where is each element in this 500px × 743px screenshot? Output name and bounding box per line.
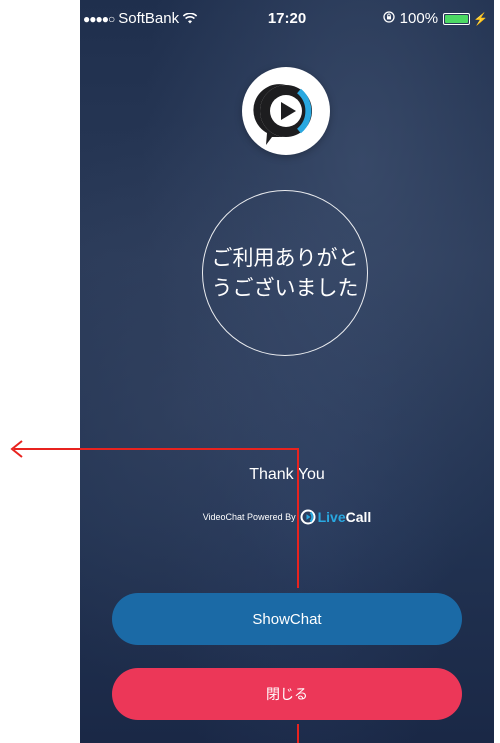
powered-by-label: VideoChat Powered By: [202, 512, 296, 522]
brand-call: Call: [345, 509, 372, 525]
powered-by: VideoChat Powered By LiveCall: [80, 509, 494, 525]
livecall-brand: LiveCall: [318, 509, 372, 525]
battery-percent: 100%: [399, 10, 439, 27]
app-logo-icon: [242, 67, 330, 155]
thank-you-message: ご利用ありがとうございました: [211, 246, 359, 300]
status-bar: ●●●●○ SoftBank 17:20 100% ⚡: [80, 0, 494, 38]
status-right: 100% ⚡: [383, 10, 488, 27]
livecall-icon: [300, 509, 316, 525]
page: ●●●●○ SoftBank 17:20 100% ⚡ ご利用ありがとうございま…: [0, 0, 500, 743]
close-button[interactable]: 閉じる: [112, 668, 462, 720]
livecall-logo: LiveCall: [300, 509, 372, 525]
thank-you-label: Thank You: [249, 466, 325, 483]
show-chat-button[interactable]: ShowChat: [112, 593, 462, 645]
thank-you-circle: ご利用ありがとうございました: [202, 190, 368, 356]
brand-live: Live: [317, 509, 346, 525]
orientation-lock-icon: [383, 10, 395, 27]
charging-icon: ⚡: [473, 11, 488, 26]
battery-icon: [443, 12, 471, 25]
phone-screen: ●●●●○ SoftBank 17:20 100% ⚡ ご利用ありがとうございま…: [80, 0, 494, 743]
arrow-left-icon: [10, 440, 23, 458]
